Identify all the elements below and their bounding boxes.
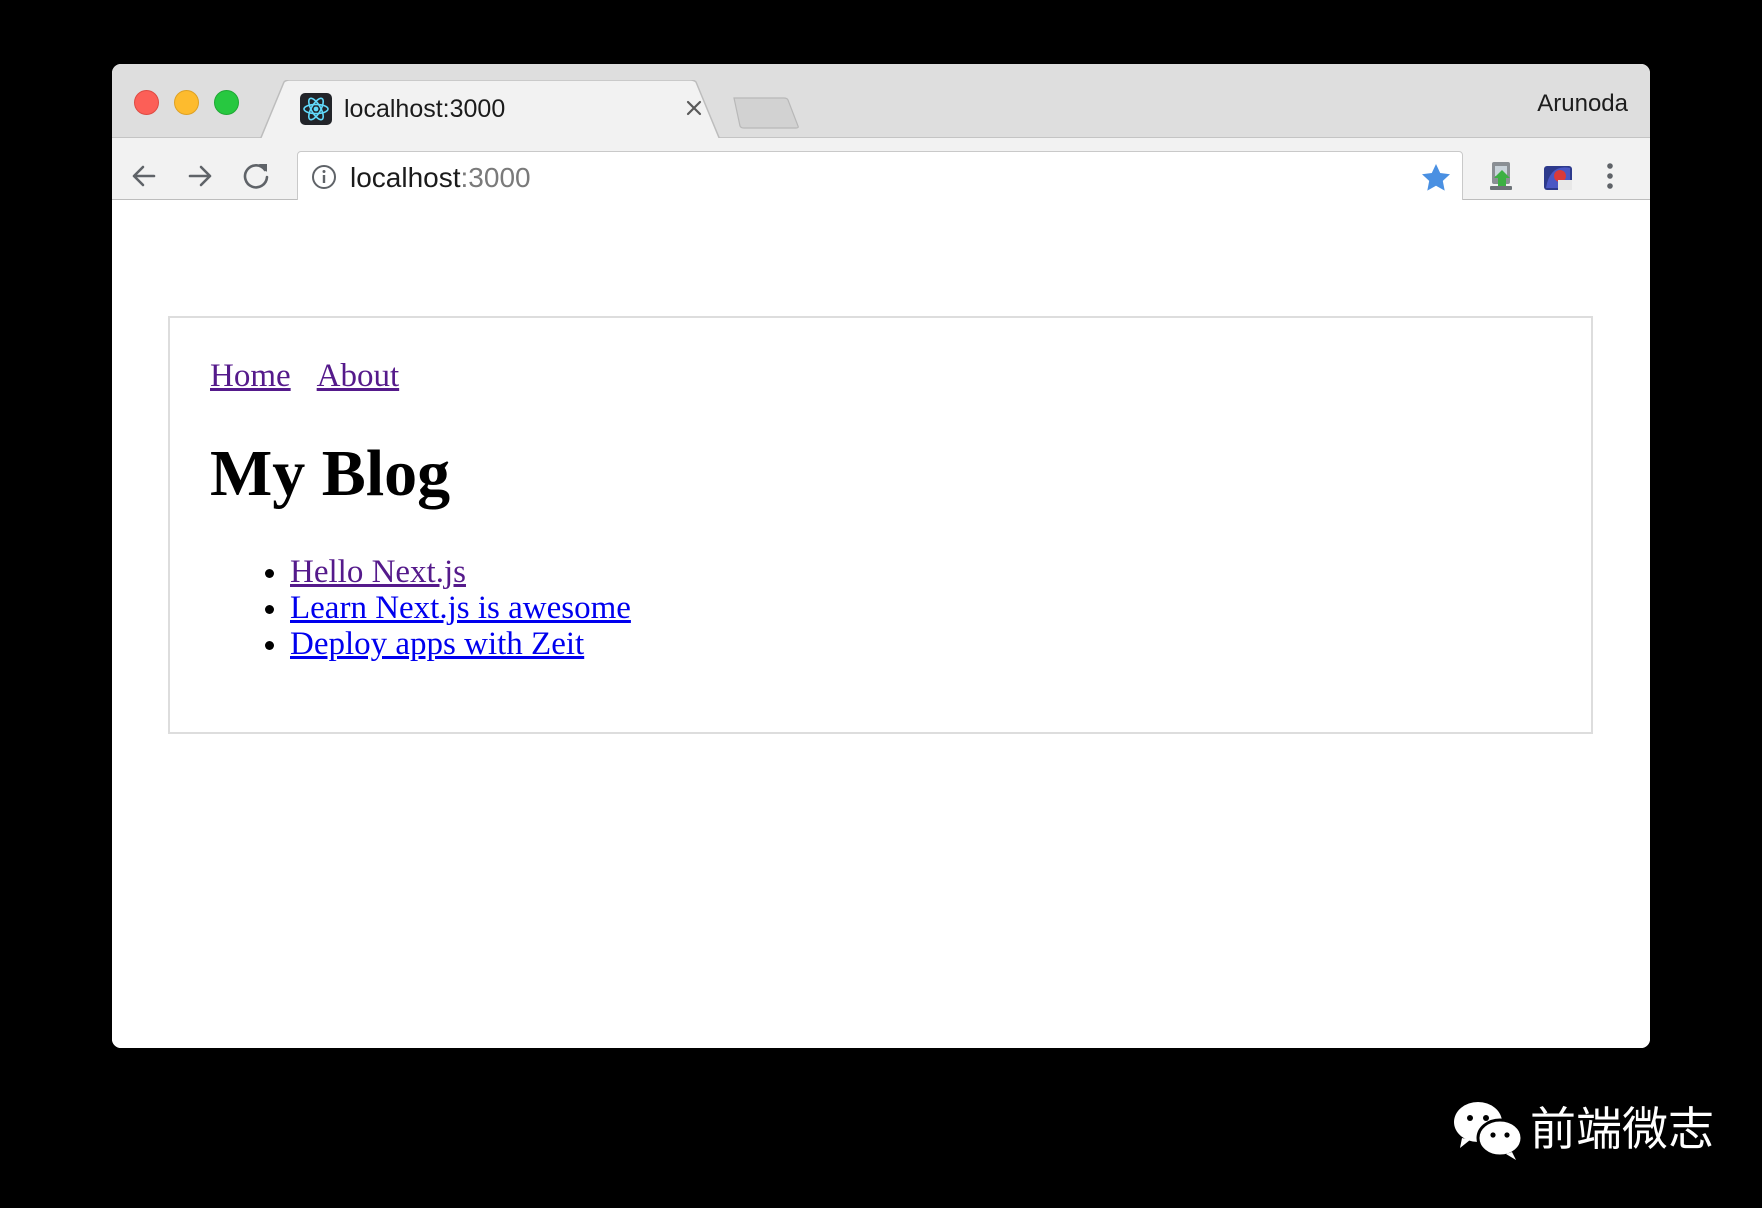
- list-item: Deploy apps with Zeit: [290, 626, 631, 662]
- profile-name[interactable]: Arunoda: [1537, 90, 1628, 118]
- forward-arrow-icon[interactable]: [182, 158, 218, 194]
- nav-link-about[interactable]: About: [317, 358, 400, 394]
- list-item: Hello Next.js: [290, 554, 631, 590]
- close-tab-icon[interactable]: [680, 94, 708, 122]
- site-nav: Home About: [210, 356, 425, 396]
- list-item: Learn Next.js is awesome: [290, 590, 631, 626]
- url-text[interactable]: localhost:3000: [350, 162, 531, 194]
- extension-icon[interactable]: [1484, 158, 1520, 194]
- new-tab-button[interactable]: [732, 96, 802, 130]
- url-host: localhost: [350, 162, 461, 193]
- minimize-window-button[interactable]: [174, 90, 199, 115]
- layout-box: Home About My Blog Hello Next.js Learn Ne…: [168, 316, 1593, 734]
- tab-localhost[interactable]: localhost:3000: [260, 80, 720, 140]
- post-link[interactable]: Hello Next.js: [290, 554, 466, 590]
- title-bar: localhost:3000 Arunoda: [112, 64, 1650, 140]
- watermark: 前端微志: [1450, 1098, 1714, 1160]
- watermark-text: 前端微志: [1530, 1102, 1714, 1156]
- post-link[interactable]: Learn Next.js is awesome: [290, 590, 631, 626]
- page-content: Home About My Blog Hello Next.js Learn Ne…: [112, 200, 1650, 1048]
- address-bar[interactable]: localhost:3000: [297, 151, 1463, 204]
- toolbar: localhost:3000: [112, 138, 1650, 204]
- tab-title: localhost:3000: [344, 95, 506, 123]
- browser-window: localhost:3000 Arunoda localhost:3000 Ho…: [112, 64, 1650, 1048]
- more-menu-icon[interactable]: [1604, 158, 1616, 194]
- post-list: Hello Next.js Learn Next.js is awesome D…: [210, 554, 631, 662]
- post-link[interactable]: Deploy apps with Zeit: [290, 626, 584, 662]
- devtools-extension-icon[interactable]: [1540, 158, 1576, 194]
- back-arrow-icon[interactable]: [126, 158, 162, 194]
- url-port: :3000: [460, 162, 531, 193]
- maximize-window-button[interactable]: [214, 90, 239, 115]
- close-window-button[interactable]: [134, 90, 159, 115]
- reload-icon[interactable]: [238, 158, 274, 194]
- info-icon[interactable]: [310, 163, 338, 191]
- nav-link-home[interactable]: Home: [210, 358, 291, 394]
- react-icon: [300, 93, 332, 125]
- wechat-icon: [1454, 1102, 1524, 1160]
- page-title: My Blog: [210, 437, 451, 510]
- bookmark-star-icon[interactable]: [1420, 162, 1452, 194]
